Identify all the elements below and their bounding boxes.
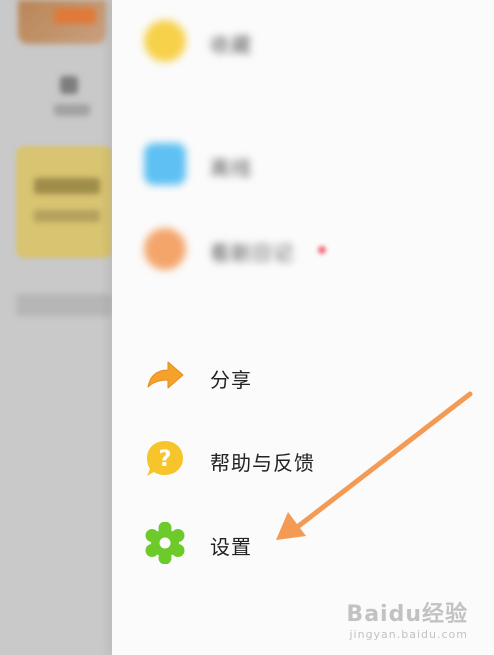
new-badge-dot [318, 246, 326, 254]
menu-item-diary[interactable]: 看剧日记 [112, 219, 494, 279]
baidu-watermark: Baidu经验 jingyan.baidu.com [346, 596, 468, 641]
background-bar [16, 294, 112, 316]
menu-item-offline[interactable]: 离线 [112, 134, 494, 194]
folder-icon [144, 143, 186, 185]
background-thumbnail [18, 0, 106, 44]
watermark-brand: Baidu经验 [346, 602, 468, 627]
menu-item-label: 离线 [210, 156, 252, 180]
background-card-subtext [34, 210, 100, 222]
menu-item-label: 收藏 [210, 33, 252, 57]
background-thumbnail-tag [54, 8, 96, 24]
background-card [16, 146, 112, 258]
menu-item-label: 帮助与反馈 [210, 451, 315, 475]
question-mark-icon: ? [144, 438, 186, 480]
background-card-text [34, 178, 100, 194]
background-text [54, 104, 90, 116]
gear-icon [144, 521, 186, 565]
menu-item-label: 设置 [210, 535, 252, 559]
share-arrow-icon [144, 355, 186, 397]
menu-item-help-feedback[interactable]: ? 帮助与反馈 [112, 429, 494, 489]
menu-item-settings[interactable]: 设置 [112, 513, 494, 573]
svg-text:?: ? [159, 447, 172, 472]
menu-item-label: 看剧日记 [210, 241, 294, 265]
favorites-icon [144, 20, 186, 62]
watermark-url: jingyan.baidu.com [349, 628, 468, 641]
background-page [0, 0, 112, 655]
diary-icon [144, 228, 186, 270]
menu-item-favorites[interactable]: 收藏 [112, 11, 494, 71]
menu-item-share[interactable]: 分享 [112, 346, 494, 406]
side-drawer-menu: 收藏 离线 看剧日记 分享 ? 帮助与反馈 设置 [112, 0, 494, 655]
background-icon [60, 76, 78, 94]
menu-item-label: 分享 [210, 368, 252, 392]
